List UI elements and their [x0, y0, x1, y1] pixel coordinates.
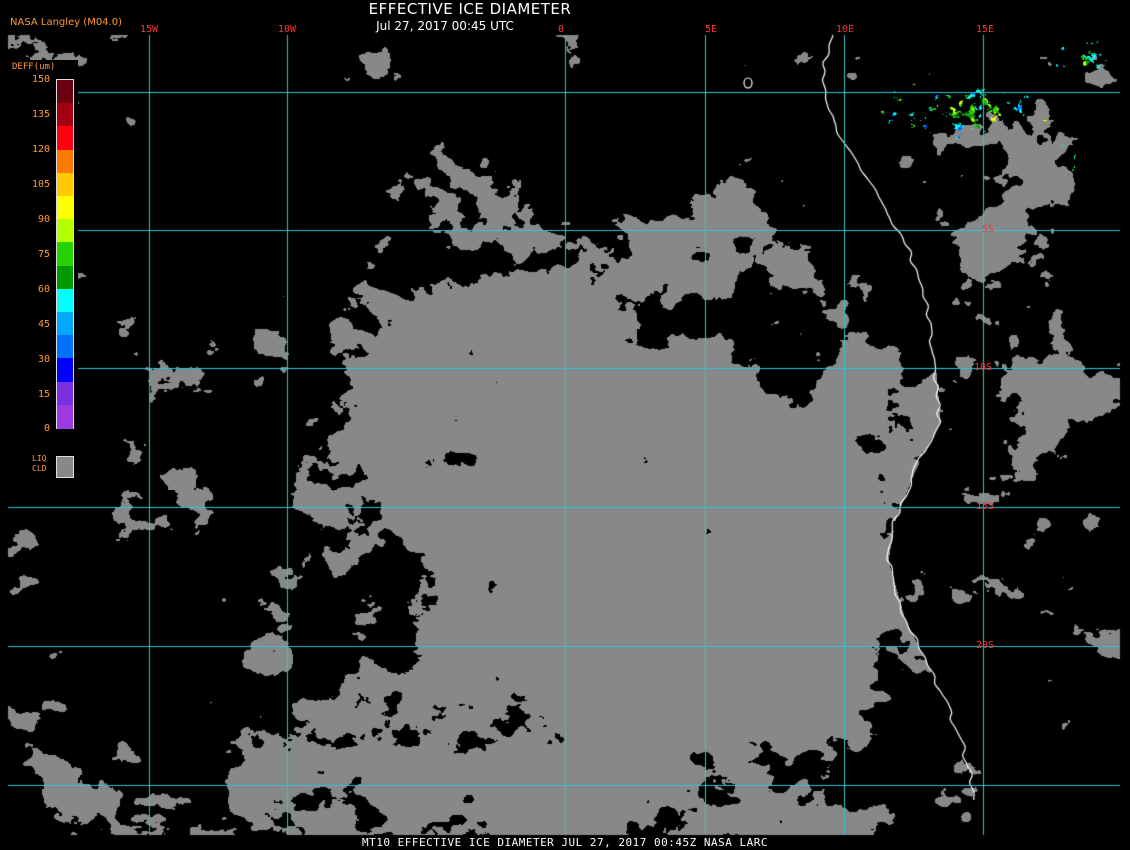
lon-label-10w: 10W: [278, 24, 297, 35]
legend-tick: 75: [37, 249, 50, 260]
color-legend: DEFF(um) 150 135 120 105 90 75 60 45 30 …: [6, 60, 78, 490]
lon-label-5e: 5E: [705, 24, 718, 35]
legend-color-segment: [57, 172, 73, 198]
legend-color-segment: [57, 265, 73, 291]
legend-tick: 120: [31, 144, 50, 155]
lat-label-15s: 15S: [976, 501, 995, 512]
legend-tick: 45: [37, 319, 50, 330]
legend-tick: 15: [37, 389, 50, 400]
satellite-map: [0, 0, 1130, 850]
legend-color-segment: [57, 103, 73, 128]
legend-tick: 90: [37, 214, 50, 225]
lon-label-15w: 15W: [140, 24, 159, 35]
legend-color-segment: [57, 381, 73, 407]
legend-color-segment: [57, 242, 73, 267]
lon-label-15e: 15E: [976, 24, 995, 35]
lat-label-5s: 5S: [982, 224, 995, 235]
legend-title: DEFF(um): [12, 62, 56, 72]
legend-tick: 60: [37, 284, 50, 295]
legend-color-segment: [57, 335, 73, 360]
legend-color-segment: [57, 149, 73, 175]
legend-color-segment: [57, 288, 73, 314]
liquid-cloud-label: LIQ CLD: [32, 454, 47, 473]
legend-tick: 105: [31, 179, 50, 190]
legend-color-segment: [57, 80, 73, 105]
lon-label-0: 0: [558, 24, 565, 35]
legend-tick: 150: [31, 74, 50, 85]
footer-caption: MT10 EFFECTIVE ICE DIAMETER JUL 27, 2017…: [362, 836, 768, 849]
legend-tick: 0: [43, 423, 50, 434]
lat-label-10s: 10S: [974, 362, 993, 373]
map-title: EFFECTIVE ICE DIAMETER: [368, 0, 572, 18]
producer-label: NASA Langley (M04.0): [10, 17, 122, 28]
legend-color-segment: [57, 196, 73, 221]
lon-label-10e: 10E: [836, 24, 855, 35]
legend-color-segment: [57, 312, 73, 337]
legend-colorbar: [56, 79, 74, 430]
liquid-cloud-swatch: [56, 456, 74, 478]
legend-color-segment: [57, 358, 73, 383]
lat-label-20s: 20S: [976, 640, 995, 651]
legend-tick: 30: [37, 354, 50, 365]
legend-color-segment: [57, 404, 73, 430]
legend-tick: 135: [31, 109, 50, 120]
legend-color-segment: [57, 219, 73, 244]
legend-color-segment: [57, 126, 73, 151]
map-timestamp: Jul 27, 2017 00:45 UTC: [376, 19, 514, 33]
